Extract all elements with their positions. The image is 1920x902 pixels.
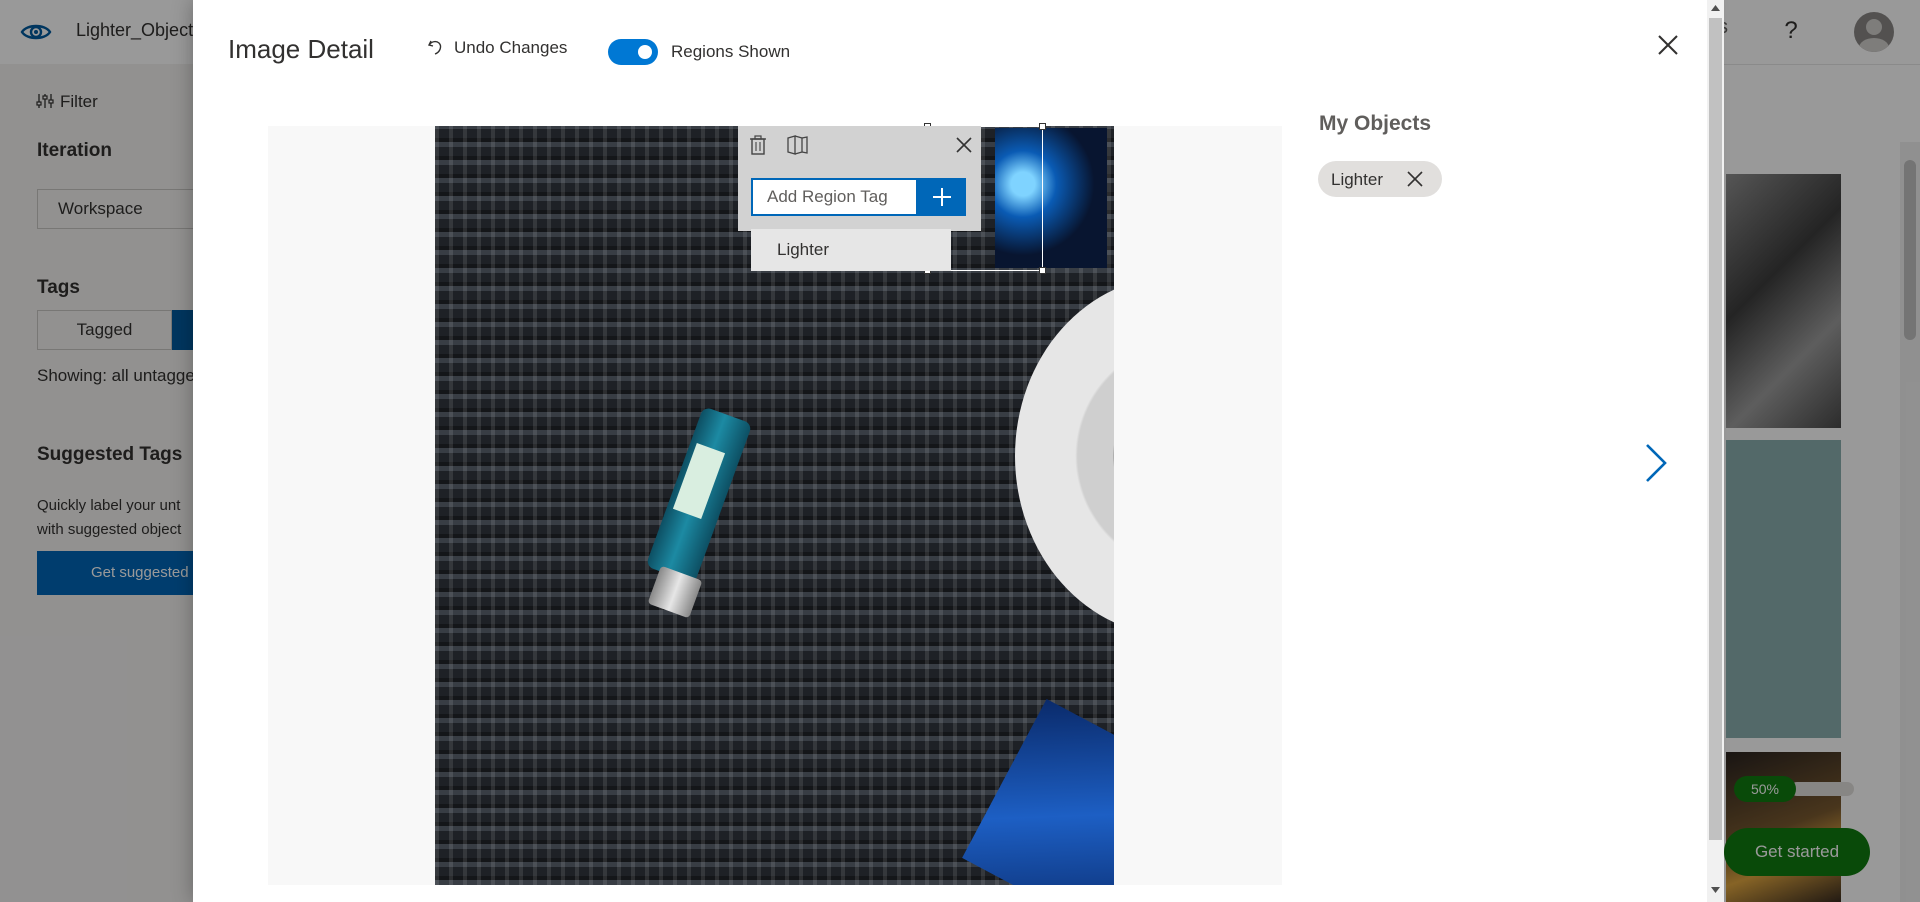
dialog-title: Image Detail — [228, 34, 374, 64]
scroll-down-icon[interactable] — [1709, 884, 1722, 896]
tag-suggestion-item[interactable]: Lighter — [777, 240, 829, 260]
scroll-up-icon[interactable] — [1709, 2, 1722, 14]
my-objects-heading: My Objects — [1319, 112, 1432, 135]
image-detail-dialog: Image Detail Undo Changes Regions Shown — [193, 0, 1707, 902]
resize-handle[interactable] — [1039, 123, 1046, 130]
chevron-right-icon[interactable] — [1643, 442, 1669, 484]
close-icon[interactable] — [954, 135, 974, 155]
undo-changes-label: Undo Changes — [454, 38, 568, 57]
close-icon[interactable] — [1653, 30, 1683, 60]
trash-icon[interactable] — [748, 134, 768, 156]
region-editor — [738, 126, 981, 231]
cigarette-pack — [962, 698, 1114, 885]
plus-icon[interactable] — [918, 178, 966, 216]
ashtray — [1015, 276, 1114, 636]
copy-region-icon[interactable] — [785, 134, 809, 156]
object-tag-chip: Lighter — [1318, 161, 1442, 197]
dialog-scrollbar-thumb[interactable] — [1709, 18, 1722, 840]
regions-toggle[interactable] — [608, 39, 658, 65]
regions-toggle-label: Regions Shown — [671, 42, 791, 61]
toggle-knob — [638, 45, 652, 59]
undo-changes-button[interactable]: Undo Changes — [426, 38, 567, 58]
resize-handle[interactable] — [1039, 267, 1046, 274]
undo-icon — [427, 40, 442, 55]
remove-tag-icon[interactable] — [1406, 170, 1424, 188]
object-tag-label: Lighter — [1331, 170, 1383, 189]
add-region-tag-input[interactable] — [751, 178, 918, 216]
tag-suggestion-dropdown: Lighter — [751, 229, 951, 271]
